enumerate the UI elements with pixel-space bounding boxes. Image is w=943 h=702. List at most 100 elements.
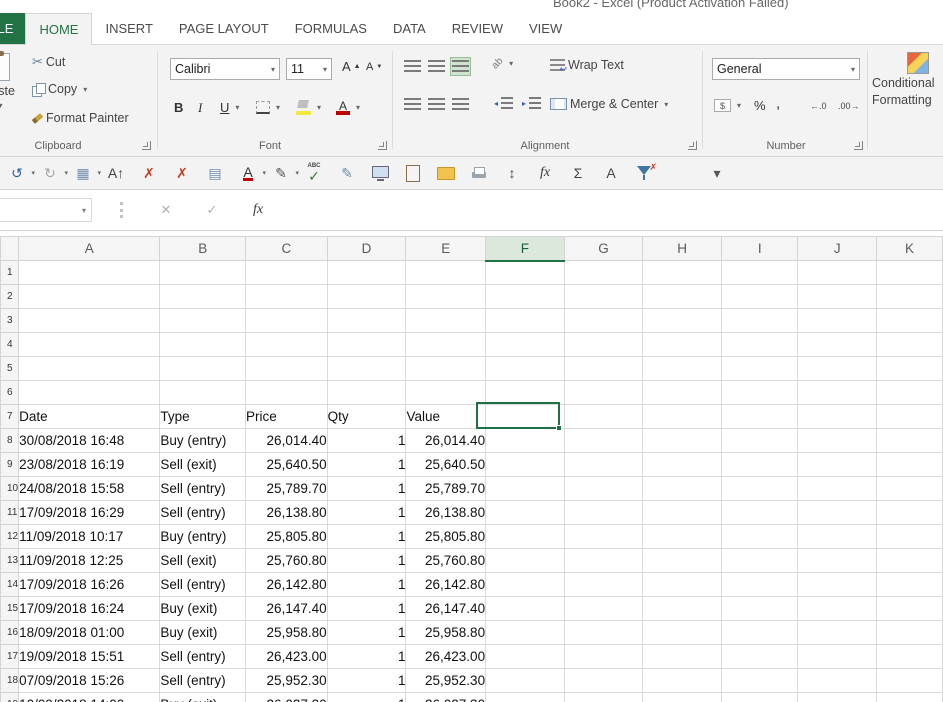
cell-H15[interactable] <box>642 596 722 621</box>
cell-J1[interactable] <box>797 260 878 285</box>
merge-center-button[interactable]: Merge & Center ▾ <box>550 97 668 111</box>
cell-K5[interactable] <box>876 356 943 381</box>
cell-F1[interactable] <box>485 260 565 285</box>
cell-I12[interactable] <box>721 524 799 549</box>
font-name-combo[interactable]: Calibri ▾ <box>170 58 280 80</box>
cell-J11[interactable] <box>797 500 878 525</box>
cut-button[interactable]: ✂ Cut <box>32 54 65 70</box>
cell-G7[interactable] <box>564 404 644 429</box>
align-top-button[interactable] <box>402 57 423 76</box>
cell-F13[interactable] <box>485 548 565 573</box>
cell-E5[interactable] <box>405 356 487 381</box>
row-header-1[interactable]: 1 <box>0 260 20 285</box>
cell-E1[interactable] <box>405 260 487 285</box>
cell-K8[interactable] <box>876 428 943 453</box>
cell-E13[interactable]: 25,760.80 <box>405 548 487 573</box>
cell-C1[interactable] <box>245 260 328 285</box>
cell-A4[interactable] <box>18 332 161 357</box>
cell-J6[interactable] <box>797 380 878 405</box>
cell-K11[interactable] <box>876 500 943 525</box>
cell-I16[interactable] <box>721 620 799 645</box>
cell-I1[interactable] <box>721 260 799 285</box>
cell-C8[interactable]: 26,014.40 <box>245 428 328 453</box>
cell-A6[interactable] <box>18 380 161 405</box>
cell-A2[interactable] <box>18 284 161 309</box>
row-header-11[interactable]: 11 <box>0 500 20 525</box>
row-header-6[interactable]: 6 <box>0 380 20 405</box>
cell-E11[interactable]: 26,138.80 <box>405 500 487 525</box>
cell-G8[interactable] <box>564 428 644 453</box>
column-header-K[interactable]: K <box>876 236 943 261</box>
cell-B7[interactable]: Type <box>159 404 247 429</box>
quick-print-icon[interactable] <box>468 162 490 184</box>
cell-D6[interactable] <box>327 380 407 405</box>
cell-K18[interactable] <box>876 668 943 693</box>
cell-K19[interactable] <box>876 692 943 702</box>
cell-G9[interactable] <box>564 452 644 477</box>
cell-A19[interactable]: 10/09/2018 14:00 <box>18 692 161 702</box>
undo-icon[interactable]: ↺ ▾ <box>6 162 35 184</box>
formula-input[interactable] <box>282 198 943 222</box>
column-header-D[interactable]: D <box>326 236 407 261</box>
cell-C4[interactable] <box>245 332 328 357</box>
cell-C9[interactable]: 25,640.50 <box>245 452 328 477</box>
cell-H12[interactable] <box>642 524 722 549</box>
cell-E4[interactable] <box>405 332 487 357</box>
insert-function-button[interactable]: fx <box>246 199 270 221</box>
edit-sheet-icon[interactable]: ✎ <box>336 162 358 184</box>
cell-B18[interactable]: Sell (entry) <box>159 668 247 693</box>
cell-B14[interactable]: Sell (entry) <box>159 572 247 597</box>
cell-E17[interactable]: 26,423.00 <box>405 644 487 669</box>
cell-D11[interactable]: 1 <box>327 500 407 525</box>
paste-special-icon[interactable] <box>402 162 424 184</box>
cell-E7[interactable]: Value <box>405 404 487 429</box>
tab-formulas[interactable]: FORMULAS <box>282 13 380 44</box>
tab-data[interactable]: DATA <box>380 13 439 44</box>
cell-G5[interactable] <box>564 356 644 381</box>
align-right-button[interactable] <box>450 95 471 114</box>
cell-B6[interactable] <box>159 380 247 405</box>
cell-F7[interactable] <box>485 404 565 429</box>
cell-F19[interactable] <box>485 692 565 702</box>
cell-B1[interactable] <box>159 260 247 285</box>
cell-A8[interactable]: 30/08/2018 16:48 <box>18 428 161 453</box>
cell-F10[interactable] <box>485 476 565 501</box>
delete-sheet-icon[interactable]: ✗ <box>171 162 193 184</box>
shrink-font-button[interactable]: A ▼ <box>366 61 382 73</box>
cell-K17[interactable] <box>876 644 943 669</box>
cell-C6[interactable] <box>245 380 328 405</box>
cell-I6[interactable] <box>721 380 799 405</box>
clear-filter-icon[interactable]: ✗ <box>633 162 657 184</box>
cell-K14[interactable] <box>876 572 943 597</box>
enter-button[interactable]: ✓ <box>200 199 224 221</box>
number-format-combo[interactable]: General ▾ <box>712 58 860 80</box>
row-header-8[interactable]: 8 <box>0 428 20 453</box>
delete-rows-icon[interactable]: ✗ <box>138 162 160 184</box>
more-commands-icon[interactable]: ▾ <box>706 162 728 184</box>
formula-bar-separator[interactable] <box>120 202 123 218</box>
row-header-9[interactable]: 9 <box>0 452 20 477</box>
row-header-7[interactable]: 7 <box>0 404 20 429</box>
insert-table-icon[interactable]: ▦ ▾ <box>72 162 101 184</box>
cell-A15[interactable]: 17/09/2018 16:24 <box>18 596 161 621</box>
row-header-5[interactable]: 5 <box>0 356 20 381</box>
cell-E15[interactable]: 26,147.40 <box>405 596 487 621</box>
column-header-B[interactable]: B <box>159 236 247 261</box>
cancel-button[interactable]: ✕ <box>154 199 178 221</box>
redo-icon[interactable]: ↻ ▾ <box>39 162 68 184</box>
cell-H1[interactable] <box>642 260 722 285</box>
row-header-15[interactable]: 15 <box>0 596 20 621</box>
cell-D8[interactable]: 1 <box>327 428 407 453</box>
font-size-combo[interactable]: 11 ▾ <box>286 58 332 80</box>
insert-function-icon[interactable]: fx <box>534 162 556 184</box>
cell-G4[interactable] <box>564 332 644 357</box>
align-left-button[interactable] <box>402 95 423 114</box>
cell-E3[interactable] <box>405 308 487 333</box>
paste-button[interactable]: Paste ▾ <box>0 51 28 147</box>
cell-E9[interactable]: 25,640.50 <box>405 452 487 477</box>
font-color-button[interactable]: A ▾ <box>336 99 360 115</box>
increase-indent-button[interactable]: ▸ <box>522 97 542 110</box>
cell-C14[interactable]: 26,142.80 <box>245 572 328 597</box>
increase-decimal-button[interactable]: ←.0 <box>810 101 827 111</box>
wrap-text-button[interactable]: Wrap Text <box>550 58 624 75</box>
